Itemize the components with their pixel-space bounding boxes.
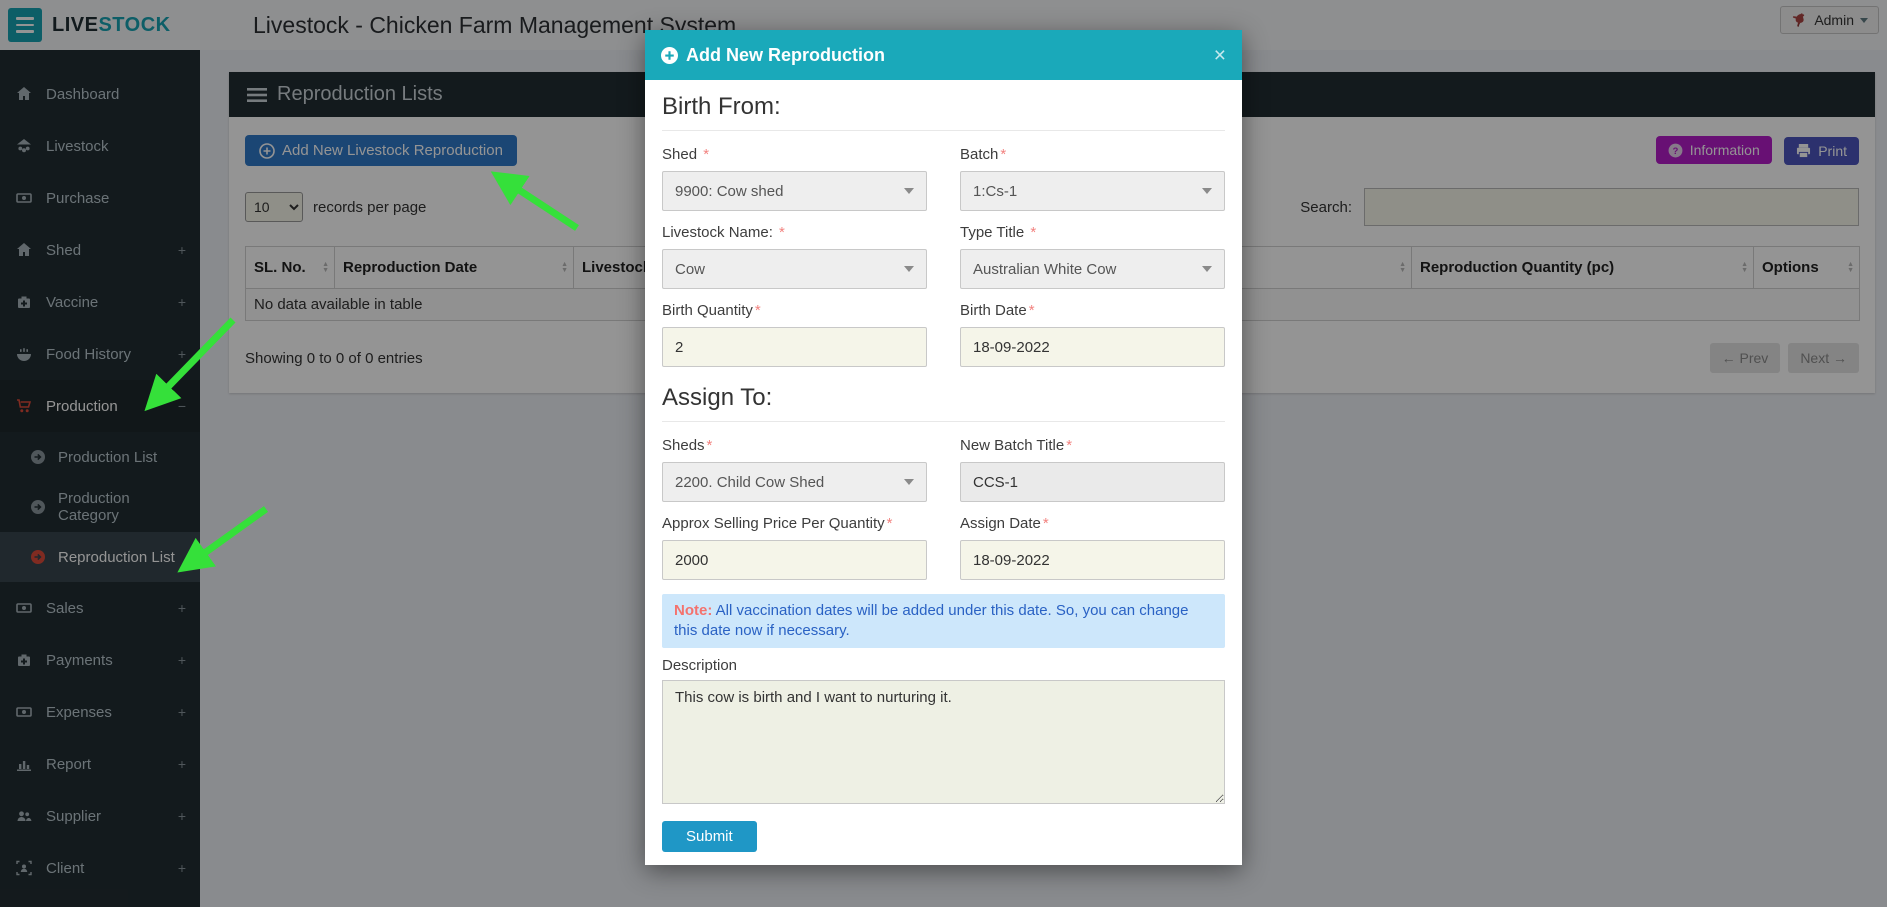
sheds-select[interactable]: 2200. Child Cow Shed	[662, 462, 927, 502]
chevron-down-icon	[904, 188, 914, 194]
modal-title: Add New Reproduction	[661, 45, 885, 66]
batch-label: Batch*	[960, 145, 1225, 165]
shed-label: Shed *	[662, 145, 927, 165]
assign-date-label: Assign Date*	[960, 514, 1225, 534]
assign-to-heading: Assign To:	[662, 383, 1225, 422]
note-box: Note: All vaccination dates will be adde…	[662, 594, 1225, 648]
modal-header: Add New Reproduction ×	[645, 30, 1242, 80]
close-icon[interactable]: ×	[1214, 45, 1226, 66]
approx-selling-price-input[interactable]	[662, 540, 927, 580]
chevron-down-icon	[904, 266, 914, 272]
chevron-down-icon	[904, 479, 914, 485]
sheds-label: Sheds*	[662, 436, 927, 456]
application-window: LIVESTOCK Livestock - Chicken Farm Manag…	[0, 0, 1887, 907]
description-label: Description	[662, 656, 1225, 676]
birth-from-heading: Birth From:	[662, 92, 1225, 131]
birth-quantity-input[interactable]	[662, 327, 927, 367]
birth-date-label: Birth Date*	[960, 301, 1225, 321]
type-title-select[interactable]: Australian White Cow	[960, 249, 1225, 289]
birth-date-input[interactable]	[960, 327, 1225, 367]
type-title-label: Type Title *	[960, 223, 1225, 243]
batch-select[interactable]: 1:Cs-1	[960, 171, 1225, 211]
assign-date-input[interactable]	[960, 540, 1225, 580]
add-new-reproduction-modal: Add New Reproduction × Birth From: Shed …	[645, 30, 1242, 865]
shed-select[interactable]: 9900: Cow shed	[662, 171, 927, 211]
new-batch-title-input[interactable]	[960, 462, 1225, 502]
chevron-down-icon	[1202, 188, 1212, 194]
approx-selling-price-label: Approx Selling Price Per Quantity*	[662, 514, 927, 534]
livestock-name-label: Livestock Name: *	[662, 223, 927, 243]
chevron-down-icon	[1202, 266, 1212, 272]
submit-button[interactable]: Submit	[662, 821, 757, 852]
plus-circle-icon	[661, 47, 678, 64]
note-label: Note:	[674, 602, 712, 619]
modal-body: Birth From: Shed * 9900: Cow shed Batch*…	[645, 80, 1242, 852]
livestock-name-select[interactable]: Cow	[662, 249, 927, 289]
description-textarea[interactable]: This cow is birth and I want to nurturin…	[662, 680, 1225, 804]
new-batch-title-label: New Batch Title*	[960, 436, 1225, 456]
birth-quantity-label: Birth Quantity*	[662, 301, 927, 321]
